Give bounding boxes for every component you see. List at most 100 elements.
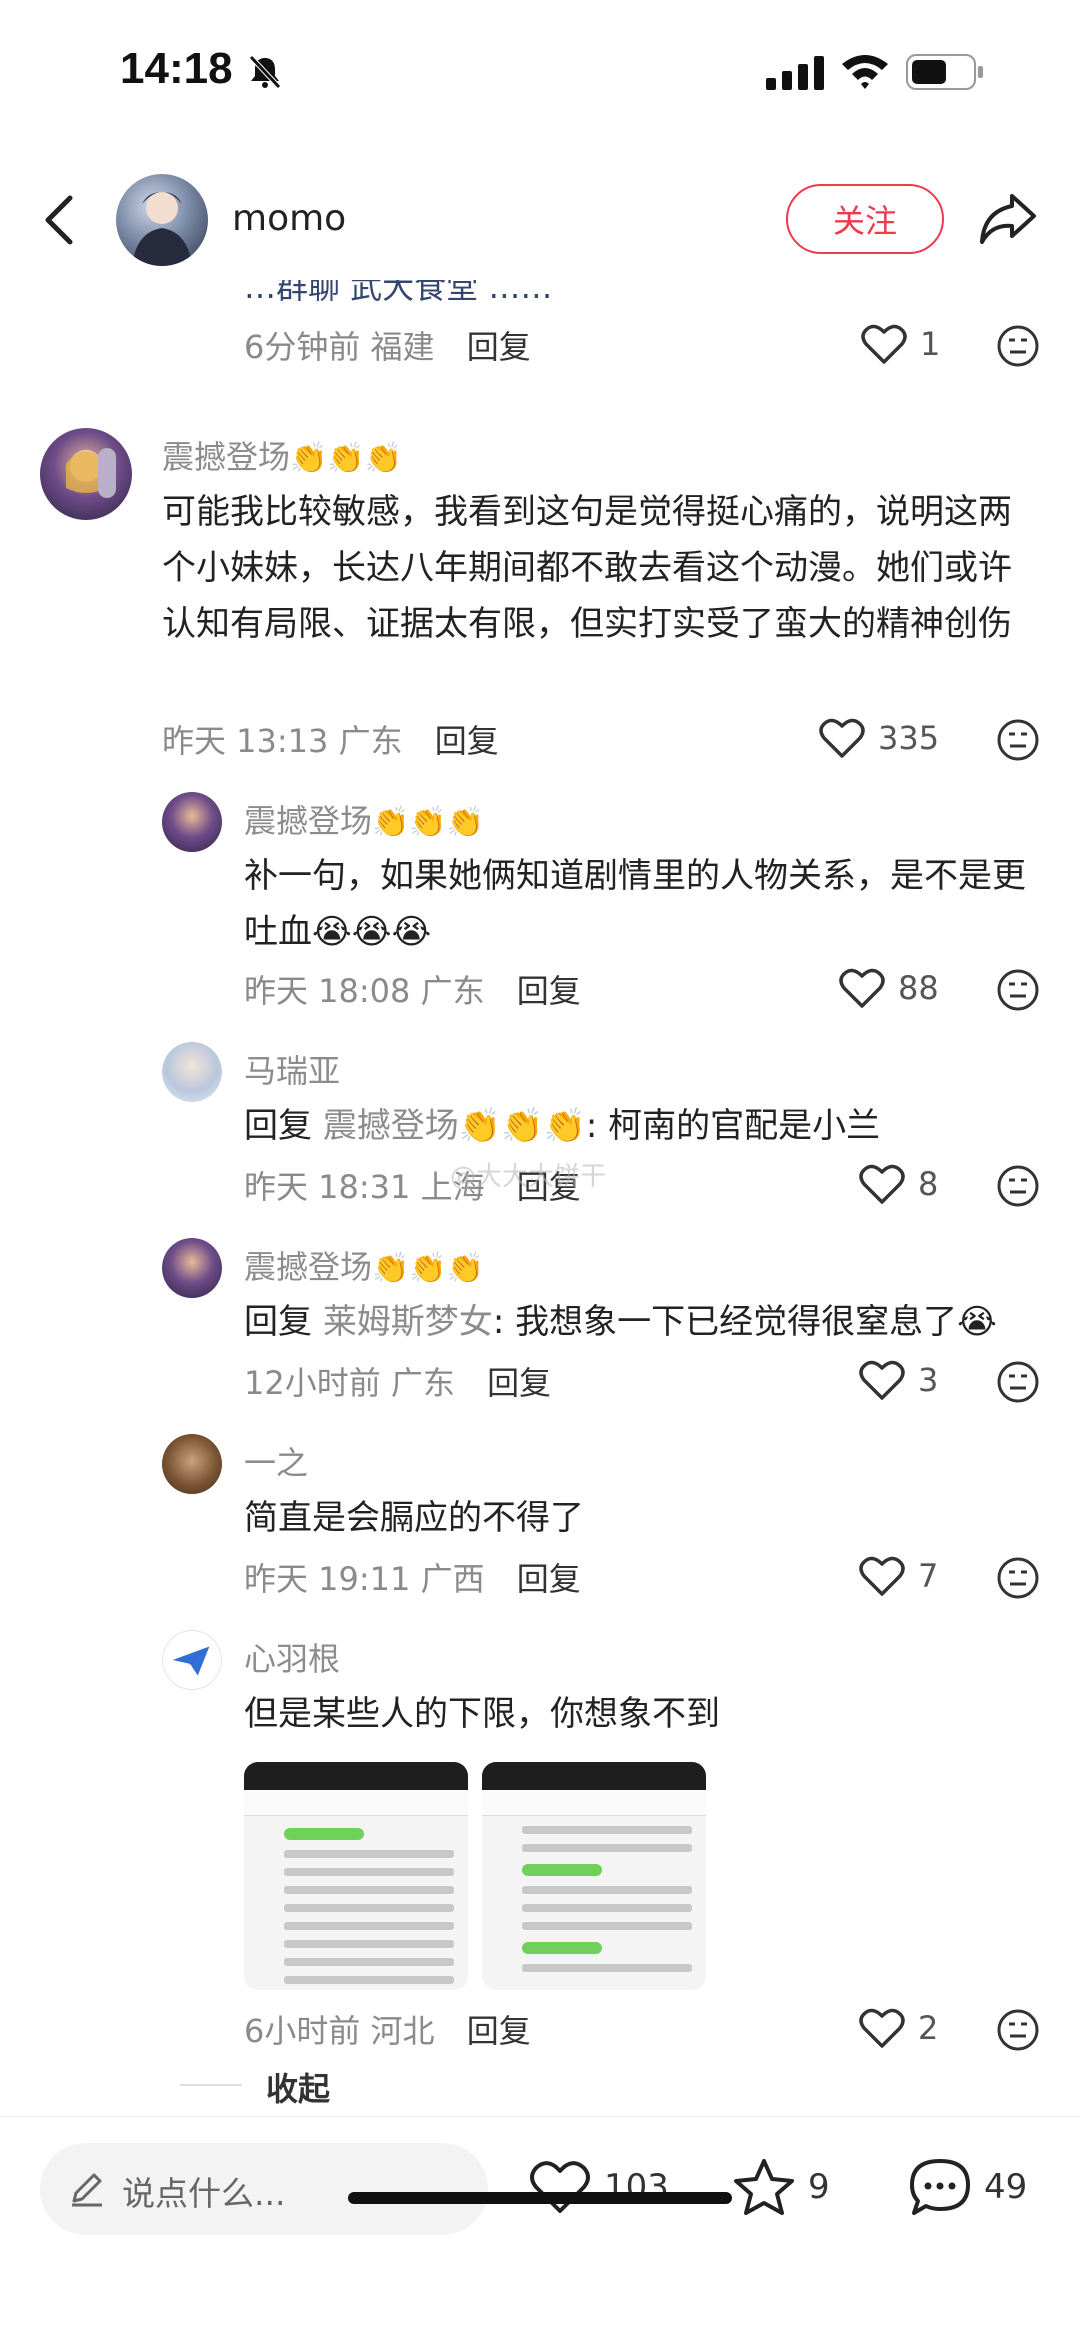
reply-time: 昨天 19:11 bbox=[244, 1560, 411, 1598]
wifi-icon bbox=[842, 55, 888, 89]
reply-button[interactable]: 回复 bbox=[435, 722, 499, 760]
reply-location: 河北 bbox=[370, 2012, 435, 2050]
collapse-replies-button[interactable]: 收起 bbox=[266, 2064, 330, 2110]
like-button[interactable]: 88 bbox=[838, 966, 939, 1010]
like-count: 8 bbox=[918, 1165, 939, 1203]
heart-icon bbox=[859, 1556, 905, 1596]
reply-meta: 6小时前 河北 回复 bbox=[244, 2006, 531, 2052]
reply-time: 昨天 18:08 bbox=[244, 972, 411, 1010]
silent-bell-icon bbox=[249, 55, 281, 89]
reply-text: 补一句，如果她俩知道剧情里的人物关系，是不是更吐血😭😭😭 bbox=[244, 856, 1026, 952]
replier-name[interactable]: 一之 bbox=[244, 1438, 308, 1484]
like-count: 2 bbox=[918, 2009, 939, 2047]
bottom-action-bar: 说点什么... 103 9 49 bbox=[0, 2116, 1080, 2341]
watermark: @大大大饼干 bbox=[450, 1162, 607, 1192]
reply-button[interactable]: 回复 bbox=[517, 1560, 581, 1598]
like-count: 1 bbox=[920, 325, 941, 363]
comment-meta: 昨天 13:13 广东 回复 bbox=[162, 716, 499, 762]
reply-location: 广东 bbox=[420, 972, 485, 1010]
reply-text: 但是某些人的下限，你想象不到 bbox=[244, 1694, 720, 1734]
emoji-reaction-icon[interactable] bbox=[996, 1164, 1040, 1208]
reply-meta: 昨天 19:11 广西 回复 bbox=[244, 1554, 581, 1600]
comments-button[interactable]: 49 bbox=[908, 2157, 1027, 2217]
back-arrow-icon[interactable] bbox=[40, 190, 80, 250]
heart-icon bbox=[530, 2161, 590, 2213]
home-indicator bbox=[348, 2192, 732, 2204]
emoji-reaction-icon[interactable] bbox=[996, 968, 1040, 1012]
reply-button[interactable]: 回复 bbox=[517, 972, 581, 1010]
share-icon[interactable] bbox=[976, 186, 1040, 250]
favorite-count: 9 bbox=[808, 2167, 830, 2207]
emoji-reaction-icon[interactable] bbox=[996, 2008, 1040, 2052]
like-count: 335 bbox=[878, 719, 940, 757]
emoji-reaction-icon[interactable] bbox=[996, 1360, 1040, 1404]
like-button[interactable]: 3 bbox=[858, 1358, 938, 1402]
author-avatar[interactable] bbox=[116, 174, 208, 266]
heart-icon bbox=[859, 1164, 905, 1204]
mention-link[interactable]: 莱姆斯梦女 bbox=[323, 1302, 493, 1342]
like-count: 7 bbox=[918, 1557, 939, 1595]
commenter-name[interactable]: 震撼登场👏👏👏 bbox=[162, 432, 402, 478]
divider bbox=[180, 2084, 242, 2086]
replier-avatar[interactable] bbox=[162, 1238, 222, 1298]
replier-avatar[interactable] bbox=[162, 1630, 222, 1690]
heart-icon bbox=[859, 1360, 905, 1400]
reply-button[interactable]: 回复 bbox=[467, 2012, 531, 2050]
comment-time: 昨天 13:13 bbox=[162, 722, 329, 760]
like-button[interactable]: 1 bbox=[860, 322, 940, 366]
heart-icon bbox=[819, 718, 865, 758]
like-count: 3 bbox=[918, 1361, 939, 1399]
author-username[interactable]: momo bbox=[232, 198, 346, 239]
reply-time: 6小时前 bbox=[244, 2012, 361, 2050]
favorite-button[interactable]: 9 bbox=[732, 2157, 830, 2217]
comment-count: 49 bbox=[984, 2167, 1028, 2207]
emoji-reaction-icon[interactable] bbox=[996, 324, 1040, 368]
replier-avatar[interactable] bbox=[162, 1042, 222, 1102]
reply-text: 简直是会膈应的不得了 bbox=[244, 1498, 584, 1538]
reply-meta: 昨天 18:08 广东 回复 bbox=[244, 966, 581, 1012]
comment-text: 可能我比较敏感，我看到这句是觉得挺心痛的，说明这两个小妹妹，长达八年期间都不敢去… bbox=[162, 492, 1012, 644]
attached-image[interactable] bbox=[244, 1762, 468, 1990]
attached-image[interactable] bbox=[482, 1762, 706, 1990]
reply-text: 回复 莱姆斯梦女: 我想象一下已经觉得很窒息了😭 bbox=[244, 1302, 997, 1342]
reply-button[interactable]: 回复 bbox=[467, 328, 531, 366]
heart-icon bbox=[839, 968, 885, 1008]
comment-meta: 6分钟前 福建 回复 bbox=[244, 322, 531, 368]
comment-location: 广东 bbox=[338, 722, 403, 760]
comment-location: 福建 bbox=[370, 328, 435, 366]
chat-bubble-icon bbox=[910, 2159, 970, 2215]
heart-icon bbox=[861, 324, 907, 364]
post-like-button[interactable]: 103 bbox=[528, 2157, 669, 2217]
mention-link[interactable]: 震撼登场👏👏👏 bbox=[323, 1106, 586, 1146]
reply-time: 12小时前 bbox=[244, 1364, 381, 1402]
replier-avatar[interactable] bbox=[162, 1434, 222, 1494]
comment-input[interactable]: 说点什么... bbox=[40, 2143, 488, 2235]
replier-name[interactable]: 马瑞亚 bbox=[244, 1046, 340, 1092]
heart-icon bbox=[859, 2008, 905, 2048]
post-header: momo 关注 bbox=[0, 160, 1080, 280]
reply-button[interactable]: 回复 bbox=[487, 1364, 551, 1402]
pencil-icon bbox=[72, 2173, 102, 2207]
replier-name[interactable]: 震撼登场👏👏👏 bbox=[244, 796, 484, 842]
reply-meta: 12小时前 广东 回复 bbox=[244, 1358, 551, 1404]
emoji-reaction-icon[interactable] bbox=[996, 1556, 1040, 1600]
status-time: 14:18 bbox=[120, 44, 233, 93]
star-icon bbox=[734, 2159, 794, 2215]
like-count: 88 bbox=[898, 969, 939, 1007]
like-button[interactable]: 2 bbox=[858, 2006, 938, 2050]
like-button[interactable]: 335 bbox=[818, 716, 939, 760]
cellular-signal-icon bbox=[766, 56, 824, 90]
replier-avatar[interactable] bbox=[162, 792, 222, 852]
reply-location: 广西 bbox=[420, 1560, 485, 1598]
reply-location: 广东 bbox=[390, 1364, 455, 1402]
emoji-reaction-icon[interactable] bbox=[996, 718, 1040, 762]
replier-name[interactable]: 心羽根 bbox=[244, 1634, 340, 1680]
like-button[interactable]: 8 bbox=[858, 1162, 938, 1206]
status-bar: 14:18 bbox=[0, 0, 1080, 150]
commenter-avatar[interactable] bbox=[40, 428, 132, 520]
follow-button[interactable]: 关注 bbox=[786, 184, 944, 254]
comment-time: 6分钟前 bbox=[244, 328, 361, 366]
reply-time: 昨天 18:31 bbox=[244, 1168, 411, 1206]
replier-name[interactable]: 震撼登场👏👏👏 bbox=[244, 1242, 484, 1288]
like-button[interactable]: 7 bbox=[858, 1554, 938, 1598]
